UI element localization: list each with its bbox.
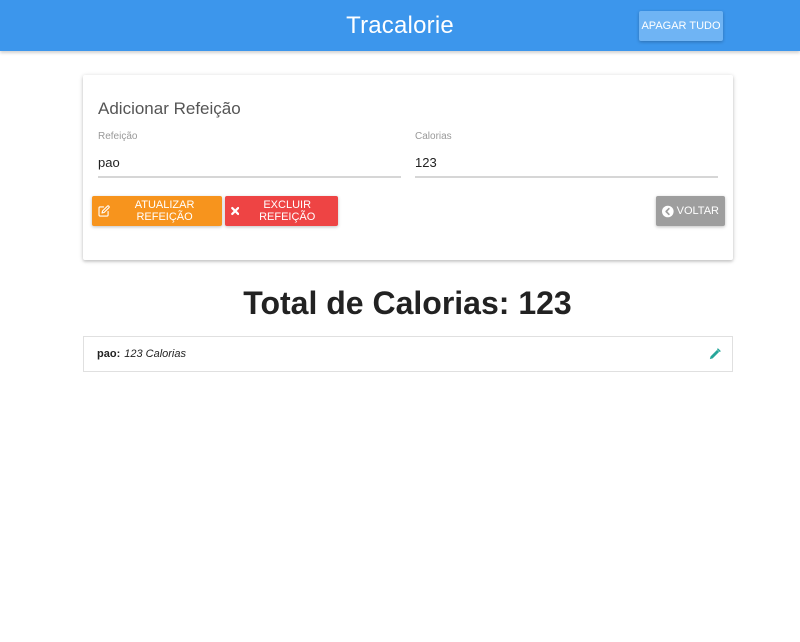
navbar: Tracalorie APAGAR TUDO [0, 0, 800, 51]
edit-icon [98, 205, 110, 217]
calories-field: Calorias [415, 131, 718, 178]
calories-label: Calorias [415, 131, 452, 142]
delete-meal-button[interactable]: EXCLUIR REFEIÇÃO [225, 196, 338, 226]
item-name: pao [97, 348, 117, 360]
clear-all-button[interactable]: APAGAR TUDO [639, 11, 723, 41]
meal-field: Refeição [98, 131, 401, 178]
edit-item-link[interactable] [708, 348, 721, 361]
delete-meal-label: EXCLUIR REFEIÇÃO [259, 199, 316, 223]
update-meal-button[interactable]: ATUALIZAR REFEIÇÃO [92, 196, 222, 226]
meal-list: pao: 123 Calorias [83, 336, 733, 372]
back-button[interactable]: VOLTAR [656, 196, 725, 226]
meal-input[interactable] [98, 148, 401, 178]
calories-input[interactable] [415, 148, 718, 178]
item-calories: 123 Calorias [124, 348, 186, 360]
item-separator: : [116, 348, 121, 360]
meal-label: Refeição [98, 131, 138, 142]
chevron-circle-left-icon [662, 205, 674, 217]
meal-form-card: Adicionar Refeição Refeição Calorias ATU… [83, 75, 733, 260]
update-meal-label: ATUALIZAR REFEIÇÃO [134, 199, 195, 223]
list-item: pao: 123 Calorias [84, 337, 732, 371]
form-title: Adicionar Refeição [98, 99, 241, 118]
close-icon [231, 206, 240, 216]
total-calories: Total de Calorias: 123 [243, 285, 572, 321]
pencil-icon [709, 348, 721, 360]
back-label: VOLTAR [676, 205, 719, 217]
